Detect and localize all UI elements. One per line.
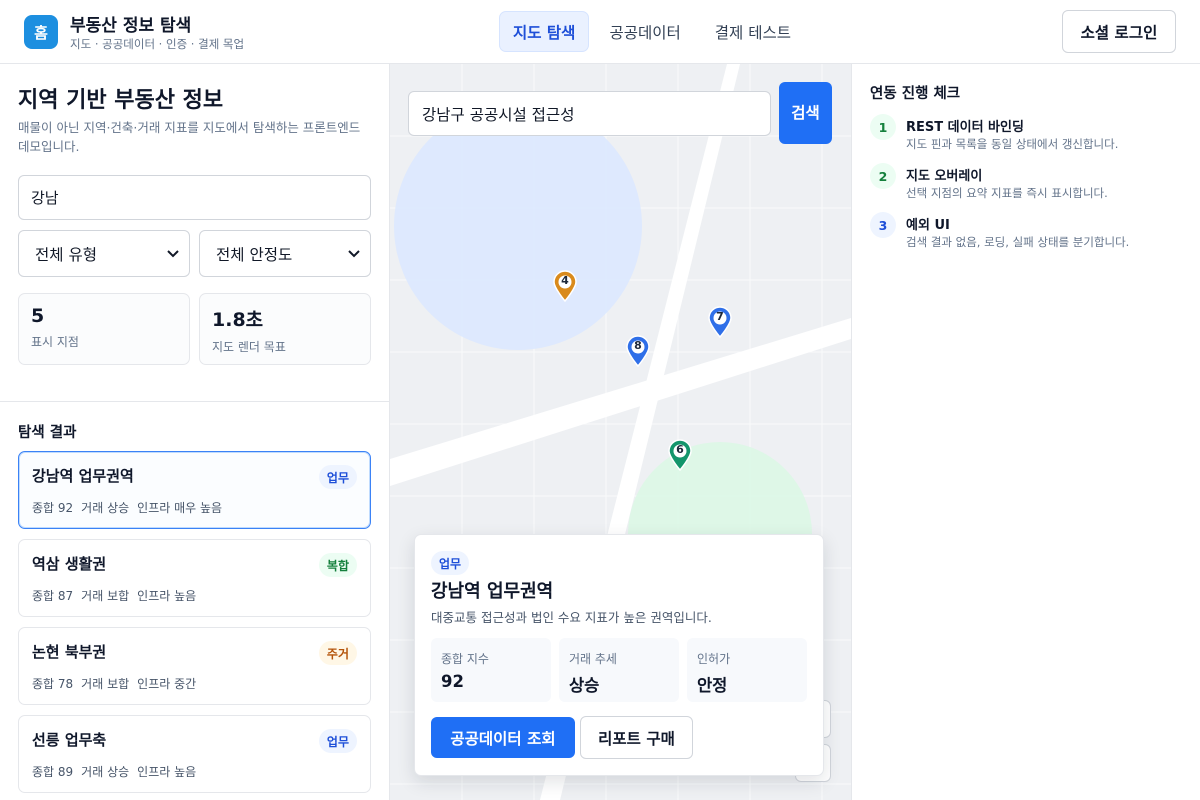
pin-number: 8: [634, 339, 642, 352]
result-item[interactable]: 논현 북부권 주거 종합 78 거래 보합 인프라 중간: [18, 627, 371, 705]
metric-value: 안정: [697, 676, 728, 695]
progress-check-title: 연동 진행 체크: [870, 86, 961, 102]
report-purchase-button[interactable]: 리포트 구매: [580, 716, 693, 759]
type-filter-value: 전체 유형: [35, 245, 97, 264]
category-badge: 업무: [431, 551, 470, 575]
result-item[interactable]: 선릉 업무축 업무 종합 89 거래 상승 인프라 높음: [18, 715, 371, 793]
result-score: 종합 78: [32, 677, 74, 691]
map-pin-marker[interactable]: 4: [552, 270, 578, 303]
result-score: 종합 92: [32, 501, 74, 515]
pin-number: 7: [716, 310, 724, 323]
pin-number: 6: [676, 443, 684, 456]
result-infra: 인프라 중간: [137, 677, 197, 691]
stat-label: 지도 렌더 목표: [212, 340, 286, 354]
page-description: 매물이 아닌 지역·건축·거래 지표를 지도에서 탐색하는 프론트엔드 데모입니…: [18, 120, 361, 154]
left-panel: 지역 기반 부동산 정보 매물이 아닌 지역·건축·거래 지표를 지도에서 탐색…: [0, 64, 390, 800]
result-title: 논현 북부권: [32, 643, 107, 661]
stat-value: 1.8초: [212, 309, 264, 331]
result-infra: 인프라 높음: [137, 765, 197, 779]
social-login-button[interactable]: 소셜 로그인: [1062, 10, 1176, 53]
stability-filter-value: 전체 안정도: [216, 245, 293, 264]
home-logo[interactable]: 홈: [24, 15, 58, 49]
popup-title: 강남역 업무권역: [431, 581, 554, 602]
checklist-item: 3 예외 UI 검색 결과 없음, 로딩, 실패 상태를 분기합니다.: [870, 212, 1190, 252]
region-search-input[interactable]: 강남: [18, 175, 371, 220]
brand-title: 부동산 정보 탐색: [70, 16, 192, 36]
map-search-button[interactable]: 검색: [779, 82, 832, 144]
result-score: 종합 89: [32, 765, 74, 779]
checklist-item: 2 지도 오버레이 선택 지점의 요약 지표를 즉시 표시합니다.: [870, 163, 1190, 203]
stat-label: 표시 지점: [31, 335, 79, 349]
step-description: 검색 결과 없음, 로딩, 실패 상태를 분기합니다.: [906, 235, 1130, 249]
result-trade: 거래 보합: [81, 677, 130, 691]
map-pin-marker[interactable]: 7: [707, 306, 733, 339]
result-title: 역삼 생활권: [32, 555, 107, 573]
tab-payment-test[interactable]: 결제 테스트: [701, 11, 805, 52]
tab-public-data[interactable]: 공공데이터: [595, 11, 694, 52]
metric-value: 92: [441, 672, 464, 691]
result-trade: 거래 보합: [81, 589, 130, 603]
step-title: 지도 오버레이: [906, 169, 983, 184]
right-panel: 연동 진행 체크 1 REST 데이터 바인딩 지도 핀과 목록을 동일 상태에…: [851, 64, 1200, 800]
pin-number: 4: [561, 274, 569, 287]
result-item[interactable]: 강남역 업무권역 업무 종합 92 거래 상승 인프라 매우 높음: [18, 451, 371, 529]
main-nav: 지도 탐색 공공데이터 결제 테스트: [499, 11, 805, 52]
map-pin-marker[interactable]: 6: [667, 439, 693, 472]
result-meta: 종합 92 거래 상승 인프라 매우 높음: [32, 499, 222, 516]
metric-value: 상승: [569, 676, 600, 695]
tab-map-explore[interactable]: 지도 탐색: [499, 11, 590, 52]
result-infra: 인프라 매우 높음: [137, 501, 223, 515]
step-title: REST 데이터 바인딩: [906, 120, 1024, 135]
type-filter-select[interactable]: 전체 유형: [18, 230, 190, 277]
category-badge: 업무: [318, 729, 357, 753]
metric-label: 인허가: [697, 652, 731, 666]
map-canvas[interactable]: 강남구 공공시설 접근성 검색 4 7 8 6 업무 강남역 업무권역 대중교통…: [390, 64, 851, 800]
app-header: 홈 부동산 정보 탐색 지도 · 공공데이터 · 인증 · 결제 목업 지도 탐…: [0, 0, 1200, 64]
chevron-down-icon: [348, 247, 360, 261]
metric-card: 거래 추세 상승: [559, 638, 679, 702]
checklist-item: 1 REST 데이터 바인딩 지도 핀과 목록을 동일 상태에서 갱신합니다.: [870, 114, 1190, 154]
result-meta: 종합 89 거래 상승 인프라 높음: [32, 763, 196, 780]
result-item[interactable]: 역삼 생활권 복합 종합 87 거래 보합 인프라 높음: [18, 539, 371, 617]
category-badge: 복합: [318, 553, 357, 577]
step-description: 지도 핀과 목록을 동일 상태에서 갱신합니다.: [906, 137, 1119, 151]
public-data-query-button[interactable]: 공공데이터 조회: [431, 717, 575, 758]
metric-card: 인허가 안정: [687, 638, 807, 702]
result-score: 종합 87: [32, 589, 74, 603]
metric-label: 종합 지수: [441, 652, 489, 666]
divider: [0, 401, 389, 402]
chevron-down-icon: [167, 247, 179, 261]
step-number: 3: [870, 212, 896, 238]
metric-label: 거래 추세: [569, 652, 617, 666]
step-title: 예외 UI: [906, 218, 950, 233]
stat-value: 5: [31, 305, 45, 327]
result-trade: 거래 상승: [81, 501, 130, 515]
popup-description: 대중교통 접근성과 법인 수요 지표가 높은 권역입니다.: [431, 610, 712, 625]
result-trade: 거래 상승: [81, 765, 130, 779]
stability-filter-select[interactable]: 전체 안정도: [199, 230, 371, 277]
step-number: 1: [870, 114, 896, 140]
category-badge: 주거: [318, 641, 357, 665]
stat-card-render: 1.8초 지도 렌더 목표: [199, 293, 371, 365]
result-infra: 인프라 높음: [137, 589, 197, 603]
map-pin-marker[interactable]: 8: [625, 335, 651, 368]
brand-subtitle: 지도 · 공공데이터 · 인증 · 결제 목업: [70, 37, 245, 51]
step-description: 선택 지점의 요약 지표를 즉시 표시합니다.: [906, 186, 1108, 200]
result-meta: 종합 78 거래 보합 인프라 중간: [32, 675, 196, 692]
map-search-input[interactable]: 강남구 공공시설 접근성: [408, 91, 771, 136]
result-title: 선릉 업무축: [32, 731, 107, 749]
result-title: 강남역 업무권역: [32, 467, 134, 485]
stat-card-points: 5 표시 지점: [18, 293, 190, 365]
page-title: 지역 기반 부동산 정보: [18, 88, 224, 113]
result-meta: 종합 87 거래 보합 인프라 높음: [32, 587, 196, 604]
step-number: 2: [870, 163, 896, 189]
region-summary-popup: 업무 강남역 업무권역 대중교통 접근성과 법인 수요 지표가 높은 권역입니다…: [414, 534, 824, 776]
category-badge: 업무: [318, 465, 357, 489]
results-title: 탐색 결과: [18, 425, 77, 441]
metric-card: 종합 지수 92: [431, 638, 551, 702]
